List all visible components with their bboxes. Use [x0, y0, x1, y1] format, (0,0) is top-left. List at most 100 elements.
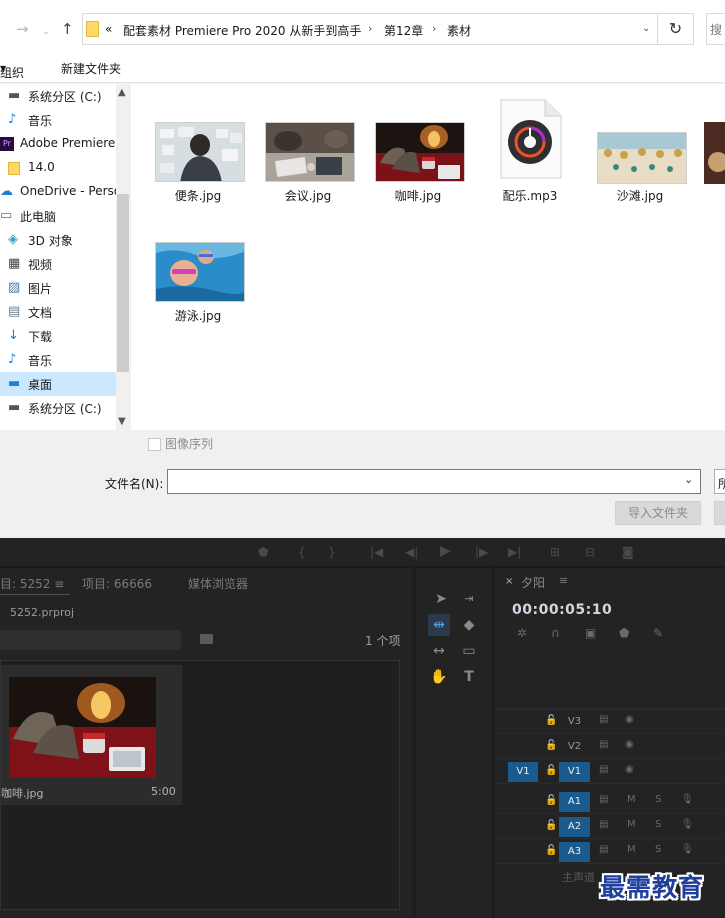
tab-project-5252[interactable]: 目: 5252 ≡ [0, 575, 64, 592]
project-search-input[interactable] [0, 630, 181, 650]
timecode-display[interactable]: 00:00:05:10 [512, 602, 612, 618]
track-header[interactable]: 🔓 V3 ▤ ◉ [495, 710, 725, 734]
track-header[interactable]: 🔓 A1 ▤ M S 🎙 [495, 790, 725, 814]
eye-icon[interactable]: ◉ [625, 764, 634, 775]
settings-wrench-icon[interactable]: ✎ [653, 626, 663, 640]
slip-tool-icon[interactable]: ↔ [428, 640, 450, 662]
scroll-up-icon[interactable]: ▲ [118, 87, 126, 98]
sync-lock-icon[interactable]: ▤ [599, 764, 608, 775]
new-folder-button[interactable]: 新建文件夹 [61, 60, 121, 77]
track-target[interactable]: V1 [559, 762, 590, 782]
sequence-title[interactable]: 夕阳 [521, 574, 545, 591]
rectangle-tool-icon[interactable]: ▭ [458, 640, 480, 662]
sidebar-item[interactable]: ▬ 系统分区 (C:) [0, 84, 116, 108]
sync-lock-icon[interactable]: ▤ [599, 794, 608, 805]
type-tool-icon[interactable]: T [458, 666, 480, 688]
overwrite-icon[interactable]: ⊟ [585, 545, 595, 559]
selection-tool-icon[interactable]: ➤ [430, 588, 452, 610]
microphone-icon[interactable]: 🎙 [681, 794, 694, 805]
step-back-icon[interactable]: ◀| [405, 545, 418, 559]
recent-dropdown-icon[interactable]: ⌄ [42, 23, 50, 41]
lock-icon[interactable]: 🔓 [545, 820, 557, 831]
file-item[interactable]: 游泳.jpg [143, 234, 253, 344]
sidebar-item[interactable]: ♪ 音乐 [0, 348, 116, 372]
tab-media-browser[interactable]: 媒体浏览器 [188, 575, 248, 592]
file-item[interactable]: 沙滩.jpg [585, 114, 695, 224]
solo-button[interactable]: S [655, 819, 661, 830]
track-target[interactable]: V3 [559, 712, 590, 732]
lock-icon[interactable]: 🔓 [545, 765, 557, 776]
close-icon[interactable]: × [505, 576, 513, 587]
filename-input[interactable] [167, 469, 701, 494]
filename-dropdown-icon[interactable]: ⌄ [684, 473, 693, 486]
linked-selection-icon[interactable]: ▣ [585, 626, 596, 640]
snap-icon[interactable]: ∩ [551, 626, 560, 640]
mute-button[interactable]: M [627, 844, 636, 855]
panel-menu-icon[interactable]: ≡ [559, 574, 568, 587]
image-sequence-checkbox[interactable] [148, 438, 161, 451]
track-header[interactable]: 🔓 A2 ▤ M S 🎙 [495, 815, 725, 839]
scroll-thumb[interactable] [117, 194, 129, 372]
microphone-icon[interactable]: 🎙 [681, 819, 694, 830]
track-target[interactable]: A2 [559, 817, 590, 837]
track-header[interactable]: 🔓 A3 ▤ M S 🎙 [495, 840, 725, 864]
razor-tool-icon[interactable]: ◆ [458, 614, 480, 636]
panel-menu-icon[interactable]: ≡ [54, 577, 64, 591]
go-to-out-icon[interactable]: ▶| [508, 545, 521, 559]
breadcrumb-current[interactable]: 素材 [447, 22, 471, 39]
track-target[interactable]: A3 [559, 842, 590, 862]
sync-lock-icon[interactable]: ▤ [599, 819, 608, 830]
go-to-in-icon[interactable]: |◀ [370, 545, 383, 559]
cancel-button[interactable] [714, 501, 725, 525]
sync-lock-icon[interactable]: ▤ [599, 844, 608, 855]
clip-item[interactable]: 咖啡.jpg 5:00 [1, 665, 182, 805]
lock-icon[interactable]: 🔓 [545, 740, 557, 751]
solo-button[interactable]: S [655, 844, 661, 855]
track-target[interactable]: A1 [559, 792, 590, 812]
mark-in-icon[interactable]: { [298, 545, 306, 559]
mark-out-icon[interactable]: } [328, 545, 336, 559]
up-arrow-icon[interactable]: ↑ [61, 20, 74, 38]
open-button[interactable]: 所 [714, 469, 725, 494]
solo-button[interactable]: S [655, 794, 661, 805]
breadcrumb-source-folder[interactable]: 配套素材 Premiere Pro 2020 从新手到高手 [123, 22, 361, 39]
sync-lock-icon[interactable]: ▤ [599, 714, 608, 725]
breadcrumb-separator-icon[interactable]: › [432, 22, 436, 35]
mute-button[interactable]: M [627, 794, 636, 805]
sidebar-item[interactable]: ▬ 桌面 [0, 372, 116, 396]
sidebar-item[interactable]: ♪ 音乐 [0, 108, 116, 132]
track-header[interactable]: V1 🔓 V1 ▤ ◉ [495, 760, 725, 784]
scroll-down-icon[interactable]: ▼ [118, 416, 126, 427]
eye-icon[interactable]: ◉ [625, 714, 634, 725]
sidebar-item[interactable]: Pr Adobe Premiere [0, 132, 116, 156]
camera-icon[interactable]: ◙ [622, 545, 634, 559]
file-item[interactable]: 配乐.mp3 [475, 94, 585, 204]
hand-tool-icon[interactable]: ✋ [428, 666, 450, 688]
lock-icon[interactable]: 🔓 [545, 715, 557, 726]
source-patch[interactable]: V1 [508, 762, 538, 782]
track-header[interactable]: 🔓 V2 ▤ ◉ [495, 735, 725, 759]
file-item[interactable]: 便条.jpg [143, 114, 253, 224]
sidebar-item[interactable]: ▭ 此电脑 [0, 204, 116, 228]
address-bar[interactable]: « 配套素材 Premiere Pro 2020 从新手到高手 › 第12章 ›… [82, 13, 658, 45]
lock-icon[interactable]: 🔓 [545, 795, 557, 806]
new-bin-icon[interactable] [200, 634, 213, 644]
sidebar-item[interactable]: ▨ 图片 [0, 276, 116, 300]
breadcrumb-separator-icon[interactable]: › [368, 22, 372, 35]
forward-arrow-icon[interactable]: → [16, 20, 29, 38]
sync-lock-icon[interactable]: ▤ [599, 739, 608, 750]
sidebar-item[interactable]: ▬ 系统分区 (C:) [0, 396, 116, 420]
track-select-tool-icon[interactable]: ⇥ [458, 588, 480, 610]
sidebar-item[interactable]: 14.0 [0, 156, 116, 180]
sidebar-item[interactable]: ▦ 视频 [0, 252, 116, 276]
refresh-button[interactable]: ↻ [658, 13, 694, 45]
tab-project-66666[interactable]: 项目: 66666 [82, 575, 152, 592]
file-thumbnail-partial[interactable] [704, 122, 725, 184]
search-box[interactable]: 搜 [706, 13, 725, 45]
marker-icon[interactable]: ⬟ [258, 545, 268, 559]
track-target[interactable]: V2 [559, 737, 590, 757]
nav-scrollbar[interactable]: ▲ ▼ [116, 84, 130, 430]
ripple-edit-tool-icon[interactable]: ⇹ [428, 614, 450, 636]
address-dropdown-icon[interactable]: ⌄ [642, 23, 650, 34]
insert-icon[interactable]: ⊞ [550, 545, 560, 559]
